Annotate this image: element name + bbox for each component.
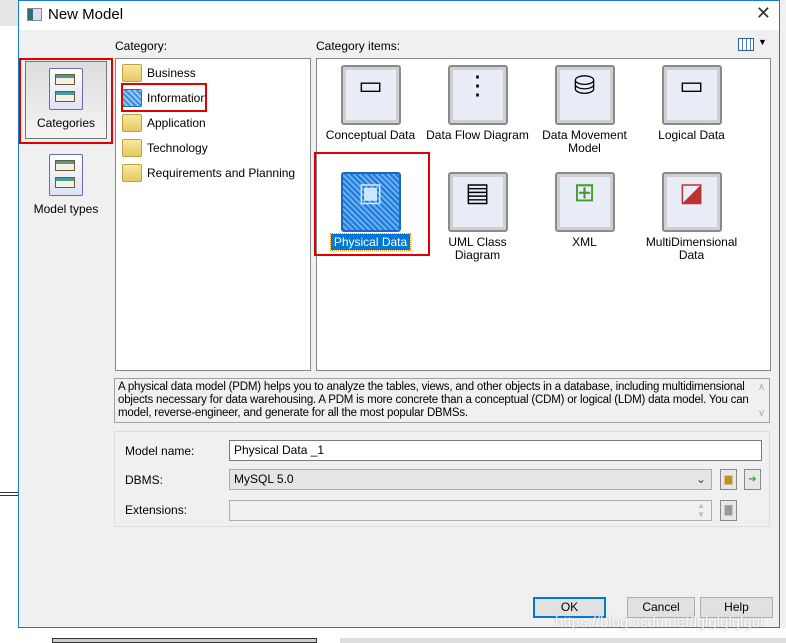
app-icon [27,8,42,21]
view-mode-icon[interactable] [738,38,754,51]
folder-icon [122,64,142,82]
description-box: A physical data model (PDM) helps you to… [114,378,770,423]
category-label-text: Application [147,116,206,130]
item-data-flow-diagram[interactable]: ⋮ Data Flow Diagram [425,65,530,142]
category-label-text: Technology [147,141,208,155]
item-label: MultiDimensional Data [645,235,738,262]
scroll-up-icon[interactable]: ∧ [758,381,765,394]
item-label: XML [572,235,597,249]
category-label: Category: [115,39,168,53]
category-application[interactable]: Application [122,112,206,134]
item-label: Data Flow Diagram [426,128,529,142]
item-label: Data Movement Model [542,128,627,155]
new-model-dialog: New Model ✕ Categories Model types Categ… [18,0,780,628]
item-logical-data[interactable]: ▭ Logical Data [639,65,744,142]
item-multidimensional-data[interactable]: ◪ MultiDimensional Data [639,172,744,262]
item-uml-class-diagram[interactable]: ▤ UML Class Diagram [425,172,530,262]
highlight-box [19,58,113,144]
conceptual-data-icon: ▭ [340,65,401,125]
category-items-list[interactable]: ▭ Conceptual Data ⋮ Data Flow Diagram ⛁ Dat… [314,58,771,371]
background-window [0,0,18,643]
dbms-select[interactable]: MySQL 5.0 ⌄ [229,469,712,490]
database-icon: ⛁ [554,65,615,125]
extensions-select-button[interactable]: ▇ [720,500,737,521]
category-label-text: Business [147,66,196,80]
watermark: https://blog.csdn.net/lglglglglgui [555,614,764,631]
category-technology[interactable]: Technology [122,137,208,159]
highlight-box [314,152,430,256]
folder-icon [122,164,142,182]
item-label: Conceptual Data [325,128,416,142]
category-requirements-and-planning[interactable]: Requirements and Planning [122,162,295,184]
category-list[interactable]: Business Information Application Technol… [115,58,311,371]
nav-label: Model types [33,202,99,216]
data-flow-diagram-icon: ⋮ [447,65,508,125]
spinner-icon[interactable]: ▲ ▼ [697,501,705,519]
model-types-icon [49,154,83,196]
chevron-down-icon: ⌄ [695,472,706,486]
item-conceptual-data[interactable]: ▭ Conceptual Data [318,65,423,142]
item-data-movement-model[interactable]: ⛁ Data Movement Model [532,65,637,155]
item-label: Logical Data [658,128,725,142]
model-properties-group: Model name: Physical Data _1 DBMS: MySQL… [114,431,770,527]
dbms-label: DBMS: [125,473,164,487]
extensions-input[interactable]: ▲ ▼ [229,500,712,521]
model-name-input[interactable]: Physical Data _1 [229,440,762,461]
folder-icon [122,114,142,132]
window-title: New Model [48,6,124,23]
description-text: A physical data model (PDM) helps you to… [118,381,749,419]
title-bar: New Model ✕ [19,1,779,30]
multidimensional-data-icon: ◪ [661,172,722,232]
logical-data-icon: ▭ [661,65,722,125]
extensions-label: Extensions: [125,503,188,517]
xml-icon: ⊞ [554,172,615,232]
scroll-down-icon[interactable]: ∨ [758,407,765,420]
item-label: UML Class Diagram [448,235,507,262]
category-business[interactable]: Business [122,62,196,84]
close-button[interactable]: ✕ [756,3,771,24]
nav-model-types[interactable]: Model types [25,154,107,218]
import-dbms-button[interactable]: ➔ [744,469,761,490]
highlight-box [121,83,207,112]
category-label-text: Requirements and Planning [147,166,296,180]
uml-class-diagram-icon: ▤ [447,172,508,232]
view-mode-dropdown-icon[interactable]: ▼ [758,37,767,47]
model-name-label: Model name: [125,444,195,458]
folder-icon [122,139,142,157]
item-xml[interactable]: ⊞ XML [532,172,637,249]
open-folder-button[interactable]: ▆ [720,469,737,490]
dbms-value: MySQL 5.0 [234,472,294,486]
category-items-label: Category items: [316,39,401,53]
